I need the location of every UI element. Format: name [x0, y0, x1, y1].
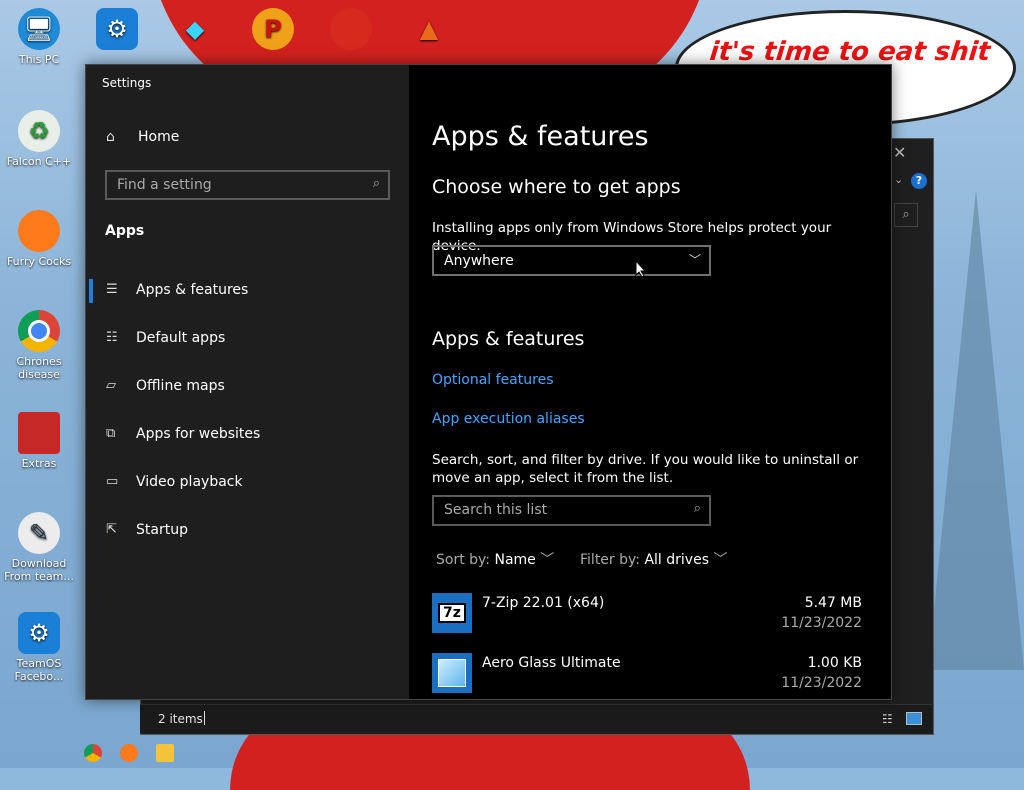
search-icon: ⌕	[693, 501, 701, 516]
page-title: Apps & features	[432, 121, 649, 152]
app-size: 5.47 MB	[804, 595, 862, 611]
wallpaper-tree	[928, 190, 1024, 670]
mouse-cursor-icon	[635, 260, 647, 278]
folder-taskbar-icon[interactable]	[156, 744, 174, 762]
desktop-icon-p-app[interactable]: P	[238, 8, 308, 53]
search-list-input[interactable]: Search this list ⌕	[432, 495, 711, 526]
desktop-icon-teamos[interactable]: ⚙ TeamOS Facebo...	[4, 612, 74, 683]
filter-by-dropdown[interactable]: Filter by: All drives ﹀	[580, 549, 727, 569]
list-item[interactable]: 7z 7-Zip 22.01 (x64) 5.47 MB 11/23/2022	[432, 593, 862, 641]
search-icon[interactable]: ⌕	[894, 203, 918, 227]
default-apps-icon: ☷	[106, 330, 118, 345]
nav-item-startup[interactable]: ⇱ Startup	[86, 511, 409, 551]
nav-home-label: Home	[138, 129, 180, 145]
app-source-value: Anywhere	[444, 253, 514, 269]
sort-by-dropdown[interactable]: Sort by: Name ﹀	[436, 549, 554, 569]
home-icon: ⌂	[106, 129, 115, 145]
search-icon: ⌕	[372, 176, 380, 191]
diamond-icon: ◆	[185, 14, 205, 43]
desktop-icon-gem[interactable]: ◆	[160, 8, 230, 53]
status-divider	[204, 711, 205, 725]
status-bar: 2 items ☷	[140, 704, 932, 733]
desktop-icon-download[interactable]: ✎ Download From team...	[4, 512, 74, 583]
optional-features-link[interactable]: Optional features	[432, 372, 553, 388]
chevron-down-icon: ﹀	[713, 552, 728, 568]
sort-value: Name	[494, 552, 536, 568]
active-indicator	[89, 279, 93, 303]
firefox-icon	[18, 210, 60, 252]
apps-features-heading: Apps & features	[432, 328, 585, 350]
desktop-icon-extras[interactable]: Extras	[4, 412, 74, 470]
settings-content-pane: Apps & features Choose where to get apps…	[409, 65, 891, 699]
gear-icon: ⚙	[18, 612, 60, 654]
app-date: 11/23/2022	[781, 675, 862, 691]
desktop-icon-installer[interactable]: ▲	[394, 8, 464, 53]
nav-item-apps-features[interactable]: ☰ Apps & features	[86, 271, 409, 311]
search-description: Search, sort, and filter by drive. If yo…	[432, 452, 859, 486]
startup-icon: ⇱	[106, 522, 117, 537]
nav-home[interactable]: ⌂ Home	[106, 129, 179, 145]
app-name: 7-Zip 22.01 (x64)	[482, 595, 605, 611]
gift-icon	[18, 412, 60, 454]
desktop-icon-firefox[interactable]: Furry Cocks	[4, 210, 74, 268]
installer-icon: ▲	[419, 14, 439, 43]
list-item[interactable]: Aero Glass Ultimate 1.00 KB 11/23/2022	[432, 653, 862, 699]
close-icon[interactable]: ✕	[893, 143, 906, 162]
document-icon: ✎	[18, 512, 60, 554]
nav-item-offline-maps[interactable]: ▱ Offline maps	[86, 367, 409, 407]
computer-icon: 🖥	[18, 8, 60, 50]
open-in-app-icon: ⧉	[106, 426, 116, 441]
settings-window: ⌂ Home Find a setting ⌕ Apps ☰ Apps & fe…	[85, 64, 892, 700]
find-setting-placeholder: Find a setting	[117, 177, 212, 193]
desktop-icon-falcon[interactable]: ♻ Falcon C++	[4, 110, 74, 168]
p-logo-icon: P	[252, 8, 294, 50]
filter-value: All drives	[644, 552, 709, 568]
item-count: 2 items	[158, 712, 203, 726]
find-setting-input[interactable]: Find a setting ⌕	[105, 170, 390, 200]
nav-item-default-apps[interactable]: ☷ Default apps	[86, 319, 409, 359]
settings-nav-pane: ⌂ Home Find a setting ⌕ Apps ☰ Apps & fe…	[86, 65, 409, 699]
nav-item-video-playback[interactable]: ▭ Video playback	[86, 463, 409, 503]
help-icon[interactable]: ?	[911, 173, 927, 189]
app-size: 1.00 KB	[807, 655, 862, 671]
recycle-icon: ♻	[18, 110, 60, 152]
choose-apps-heading: Choose where to get apps	[432, 176, 681, 198]
angry-bird-icon	[330, 8, 372, 50]
nav-section-title: Apps	[105, 223, 145, 239]
app-source-dropdown[interactable]: Anywhere ﹀	[432, 245, 711, 276]
chevron-down-icon: ﹀	[540, 552, 555, 568]
app-icon-7zip: 7z	[432, 593, 472, 633]
desktop-icon-settings[interactable]: ⚙	[82, 8, 152, 53]
large-icons-view-icon[interactable]	[906, 712, 922, 725]
nav-item-apps-for-websites[interactable]: ⧉ Apps for websites	[86, 415, 409, 455]
chrome-taskbar-icon[interactable]	[84, 744, 102, 762]
firefox-taskbar-icon[interactable]	[120, 744, 138, 762]
app-date: 11/23/2022	[781, 615, 862, 631]
window-title: Settings	[102, 76, 152, 90]
app-icon-aero-glass	[432, 653, 472, 693]
desktop-icon-angry-birds[interactable]	[316, 8, 386, 53]
chrome-icon	[18, 310, 60, 352]
app-execution-aliases-link[interactable]: App execution aliases	[432, 411, 585, 427]
details-view-icon[interactable]: ☷	[882, 712, 893, 726]
map-icon: ▱	[106, 378, 116, 393]
list-icon: ☰	[106, 282, 118, 297]
search-list-placeholder: Search this list	[444, 502, 548, 518]
chevron-down-icon[interactable]: ⌄	[894, 173, 903, 186]
desktop-icon-chrome[interactable]: Chrones disease	[4, 310, 74, 381]
desktop-icon-this-pc[interactable]: 🖥 This PC	[4, 8, 74, 66]
app-name: Aero Glass Ultimate	[482, 655, 621, 671]
video-icon: ▭	[106, 474, 119, 489]
chevron-down-icon: ﹀	[688, 253, 701, 267]
gear-icon: ⚙	[96, 8, 138, 50]
